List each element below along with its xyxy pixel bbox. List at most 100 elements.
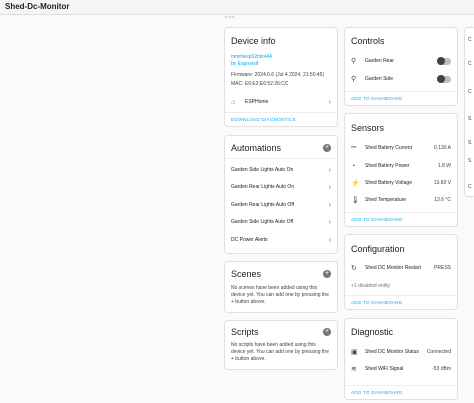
top-bar: Shed-Dc-Monitor xyxy=(0,0,474,15)
automation-item[interactable]: DC Power Alerts › xyxy=(231,233,331,247)
add-scene-icon[interactable]: + xyxy=(323,270,331,278)
esphome-icon: ⌂ xyxy=(231,98,236,106)
clipped-label: C xyxy=(468,184,472,190)
device-info-footer: DOWNLOAD DIAGNOSTICS xyxy=(225,112,337,126)
page-title: Shed-Dc-Monitor xyxy=(5,2,70,11)
chevron-right-icon: › xyxy=(328,201,331,209)
sensors-footer: ADD TO DASHBOARD xyxy=(345,212,457,226)
breadcrumb: •• •••• xyxy=(225,14,235,19)
add-to-dashboard-button[interactable]: ADD TO DASHBOARD xyxy=(351,217,402,222)
sensors-title: Sensors xyxy=(351,123,385,133)
diagnostic-label: Shed DC Monitor Status xyxy=(365,349,419,355)
automation-label: Garden Rear Lights Auto Off xyxy=(231,202,295,208)
clipped-label: C xyxy=(468,37,472,43)
ammeter-icon: ⎓ xyxy=(351,144,357,151)
diagnostic-title: Diagnostic xyxy=(351,327,394,337)
automation-item[interactable]: Garden Side Lights Auto On › xyxy=(231,163,331,177)
integration-label: ESPHome xyxy=(245,99,269,105)
diagnostic-card: Diagnostic ▣ Shed DC Monitor Status Conn… xyxy=(344,318,458,400)
automations-card: Automations + Garden Side Lights Auto On… xyxy=(224,135,338,254)
garden-rear-toggle[interactable] xyxy=(437,57,451,65)
sensor-value: 0.130 A xyxy=(434,145,451,151)
device-info-card: Device info mmmesp32mini44 by Espressif … xyxy=(224,27,338,127)
download-diagnostics-button[interactable]: DOWNLOAD DIAGNOSTICS xyxy=(231,117,296,122)
device-model-link[interactable]: mmmesp32mini44 xyxy=(231,54,272,60)
automation-item[interactable]: Garden Rear Lights Auto On › xyxy=(231,180,331,194)
thermometer-icon: 🌡 xyxy=(351,197,360,204)
chevron-right-icon: › xyxy=(328,218,331,226)
automation-item[interactable]: Garden Side Lights Auto Off › xyxy=(231,215,331,229)
garden-side-toggle[interactable] xyxy=(437,75,451,83)
control-row: ⚲ Garden Side xyxy=(351,72,451,86)
add-to-dashboard-button[interactable]: ADD TO DASHBOARD xyxy=(351,300,402,305)
controls-footer: ADD TO DASHBOARD xyxy=(345,91,457,105)
automation-label: Garden Rear Lights Auto On xyxy=(231,184,295,190)
press-button[interactable]: PRESS xyxy=(434,265,451,271)
automation-label: Garden Side Lights Auto Off xyxy=(231,219,294,225)
config-label: Shed DC Monitor Restart xyxy=(365,265,421,271)
clipped-label: S xyxy=(468,158,472,164)
automation-item[interactable]: Garden Rear Lights Auto Off › xyxy=(231,198,331,212)
scripts-card: Scripts + No scripts have been added usi… xyxy=(224,320,338,370)
configuration-card: Configuration ↻ Shed DC Monitor Restart … xyxy=(344,234,458,310)
diagnostic-row[interactable]: ≋ Shed WiFi Signal -53 dBm xyxy=(351,362,451,376)
chevron-right-icon: › xyxy=(328,236,331,244)
diagnostic-value: -53 dBm xyxy=(432,366,451,372)
disabled-entity-link[interactable]: +1 disabled entity xyxy=(351,283,390,289)
integration-row[interactable]: ⌂ ESPHome › xyxy=(231,95,331,109)
configuration-title: Configuration xyxy=(351,244,405,254)
diagnostic-label: Shed WiFi Signal xyxy=(365,366,404,372)
control-label: Garden Rear xyxy=(365,58,394,64)
sensor-label: Shed Battery Power xyxy=(365,163,410,169)
firmware-text: Firmware: 2024.6.6 (Jul 4 2024, 21:50:45… xyxy=(231,72,325,78)
controls-card: Controls ⚲ Garden Rear ⚲ Garden Side ADD… xyxy=(344,27,458,106)
configuration-footer: ADD TO DASHBOARD xyxy=(345,295,457,309)
wifi-icon: ≋ xyxy=(351,366,357,373)
diagnostic-row[interactable]: ▣ Shed DC Monitor Status Connected xyxy=(351,345,451,359)
device-maker: by Espressif xyxy=(231,61,259,67)
diagnostic-footer: ADD TO DASHBOARD xyxy=(345,385,457,399)
sensor-label: Shed Battery Current xyxy=(365,145,412,151)
clipped-label: S xyxy=(468,140,472,146)
sensor-label: Shed Temperature xyxy=(365,197,407,203)
garden-light-icon: ⚲ xyxy=(351,76,357,83)
device-info-title: Device info xyxy=(231,36,276,46)
config-row: ↻ Shed DC Monitor Restart PRESS xyxy=(351,261,451,275)
chevron-right-icon: › xyxy=(328,166,331,174)
chevron-right-icon: › xyxy=(328,98,331,106)
sensor-row[interactable]: ⚡ Shed Battery Voltage 13.83 V xyxy=(351,176,451,190)
gauge-icon: ◔ xyxy=(351,162,356,170)
add-script-icon[interactable]: + xyxy=(323,328,331,336)
sensor-label: Shed Battery Voltage xyxy=(365,180,412,186)
sensor-value: 13.6 °C xyxy=(434,197,451,203)
diagnostic-value: Connected xyxy=(426,349,451,355)
sensor-value: 1.8 W xyxy=(437,163,451,169)
sensor-value: 13.83 V xyxy=(433,180,451,186)
flash-icon: ⚡ xyxy=(351,180,360,187)
scripts-title: Scripts xyxy=(231,327,259,337)
add-automation-icon[interactable]: + xyxy=(323,144,331,152)
scripts-empty-text: No scripts have been added using this de… xyxy=(231,342,329,362)
add-to-dashboard-button[interactable]: ADD TO DASHBOARD xyxy=(351,96,402,101)
scenes-empty-text: No scenes have been added using this dev… xyxy=(231,285,329,305)
sensor-row[interactable]: 🌡 Shed Temperature 13.6 °C xyxy=(351,193,451,207)
sensors-card: Sensors ⎓ Shed Battery Current 0.130 A ◔… xyxy=(344,113,458,227)
automation-label: DC Power Alerts xyxy=(231,237,268,243)
restart-icon: ↻ xyxy=(351,265,357,272)
control-label: Garden Side xyxy=(365,76,394,82)
clipped-label: C xyxy=(468,89,472,95)
chevron-right-icon: › xyxy=(328,183,331,191)
scenes-title: Scenes xyxy=(231,269,262,279)
clipped-label: C xyxy=(468,61,472,67)
controls-title: Controls xyxy=(351,36,385,46)
right-clipped-card: C C C S S S C xyxy=(464,27,474,197)
monitor-status-icon: ▣ xyxy=(351,349,358,356)
mac-text: MAC: E0:E2:E6:52:26:CC xyxy=(231,81,289,87)
clipped-label: S xyxy=(468,116,472,122)
automation-label: Garden Side Lights Auto On xyxy=(231,167,294,173)
sensor-row[interactable]: ◔ Shed Battery Power 1.8 W xyxy=(351,159,451,173)
control-row: ⚲ Garden Rear xyxy=(351,54,451,68)
automations-title: Automations xyxy=(231,143,282,153)
sensor-row[interactable]: ⎓ Shed Battery Current 0.130 A xyxy=(351,141,451,155)
add-to-dashboard-button[interactable]: ADD TO DASHBOARD xyxy=(351,390,402,395)
